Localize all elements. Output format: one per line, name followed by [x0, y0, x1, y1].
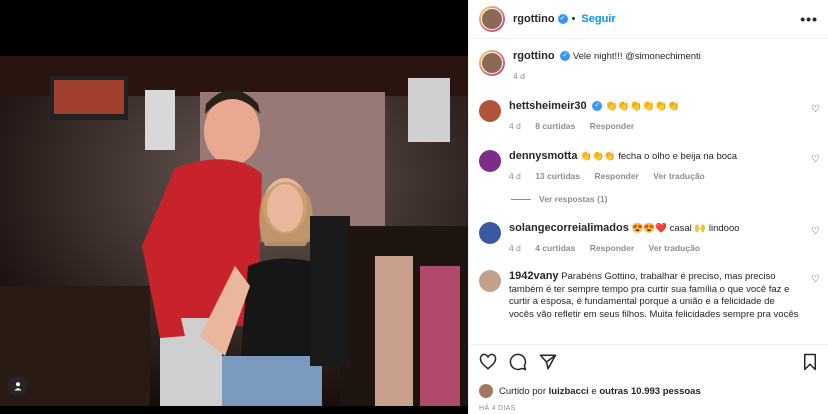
author-avatar[interactable] [479, 6, 505, 32]
heart-icon[interactable]: ♡ [811, 274, 820, 285]
post-sidebar: rgottino ✓ • Seguir ••• rgottino ✓ Vele … [468, 0, 828, 414]
comment-item: solangecorreialimados 😍😍❤️ casal 🙌 lindo… [469, 222, 828, 254]
liker-username[interactable]: luizbacci [549, 386, 589, 397]
likes-conjunction: e [591, 385, 597, 397]
comment-time: 4 d [509, 242, 521, 253]
post-date[interactable]: HÁ 4 DIAS [479, 405, 516, 412]
post-header: rgottino ✓ • Seguir ••• [469, 0, 828, 39]
share-icon[interactable] [539, 353, 557, 371]
reply-button[interactable]: Responder [590, 243, 634, 253]
comment-time: 4 d [509, 120, 521, 131]
comment-text: 👏👏👏 fecha o olho e beija na boca [580, 151, 738, 162]
comment-item: dennysmotta 👏👏👏 fecha o olho e beija na … [469, 150, 828, 182]
post-actions [469, 344, 828, 379]
comment-likes[interactable]: 13 curtidas [535, 171, 580, 181]
comment-item: hettsheimeir30 ✓ 👏👏👏👏👏👏 4 d 8 curtidas R… [469, 100, 828, 132]
heart-icon[interactable] [479, 353, 497, 371]
caption-time: 4 d [513, 70, 525, 81]
comment-username[interactable]: dennysmotta [509, 150, 577, 162]
caption-avatar[interactable] [479, 50, 505, 76]
verified-icon: ✓ [557, 14, 568, 24]
caption-text: Vele night!!! @simonechimenti [572, 51, 701, 62]
comment-likes[interactable]: 4 curtidas [535, 243, 575, 253]
caption: rgottino ✓ Vele night!!! @simonechimenti… [469, 50, 828, 82]
commenter-avatar[interactable] [479, 222, 501, 244]
reply-button[interactable]: Responder [594, 171, 638, 181]
view-replies-label: Ver respostas (1) [539, 194, 608, 204]
heart-icon[interactable]: ♡ [811, 104, 820, 115]
comments-list: rgottino ✓ Vele night!!! @simonechimenti… [469, 44, 828, 344]
more-icon[interactable]: ••• [800, 11, 818, 27]
likes-summary: Curtido por luizbacci e outras 10.993 pe… [479, 384, 701, 398]
verified-icon: ✓ [560, 51, 571, 62]
comment-username[interactable]: 1942vany [509, 270, 559, 282]
commenter-avatar[interactable] [479, 270, 501, 292]
verified-icon: ✓ [592, 101, 603, 112]
likes-others[interactable]: outras 10.993 pessoas [599, 386, 700, 397]
likes-prefix: Curtido por [499, 385, 546, 397]
caption-username[interactable]: rgottino [513, 50, 555, 62]
follow-button[interactable]: Seguir [581, 13, 615, 25]
comment-username[interactable]: hettsheimeir30 [509, 100, 587, 112]
comment-text: 😍😍❤️ casal 🙌 lindooo [631, 223, 740, 234]
user-tag-icon [14, 382, 22, 391]
translate-button[interactable]: Ver tradução [649, 243, 701, 253]
user-tag-button[interactable] [8, 376, 28, 396]
heart-icon[interactable]: ♡ [811, 226, 820, 237]
comment-username[interactable]: solangecorreialimados [509, 222, 629, 234]
comment-text: 👏👏👏👏👏👏 [604, 101, 680, 112]
comment-time: 4 d [509, 170, 521, 181]
author-username[interactable]: rgottino [513, 13, 555, 25]
comment-icon[interactable] [509, 353, 527, 371]
commenter-avatar[interactable] [479, 150, 501, 172]
heart-icon[interactable]: ♡ [811, 154, 820, 165]
liker-avatar[interactable] [479, 384, 493, 398]
comment-likes[interactable]: 8 curtidas [535, 121, 575, 131]
post-photo[interactable] [0, 56, 468, 406]
post-media [0, 0, 468, 414]
commenter-avatar[interactable] [479, 100, 501, 122]
comment-item: 1942vany Parabéns Gottino, trabalhar é p… [469, 270, 828, 321]
view-replies-button[interactable]: Ver respostas (1) [511, 194, 608, 204]
reply-button[interactable]: Responder [590, 121, 634, 131]
translate-button[interactable]: Ver tradução [653, 171, 705, 181]
bookmark-icon[interactable] [802, 353, 818, 371]
